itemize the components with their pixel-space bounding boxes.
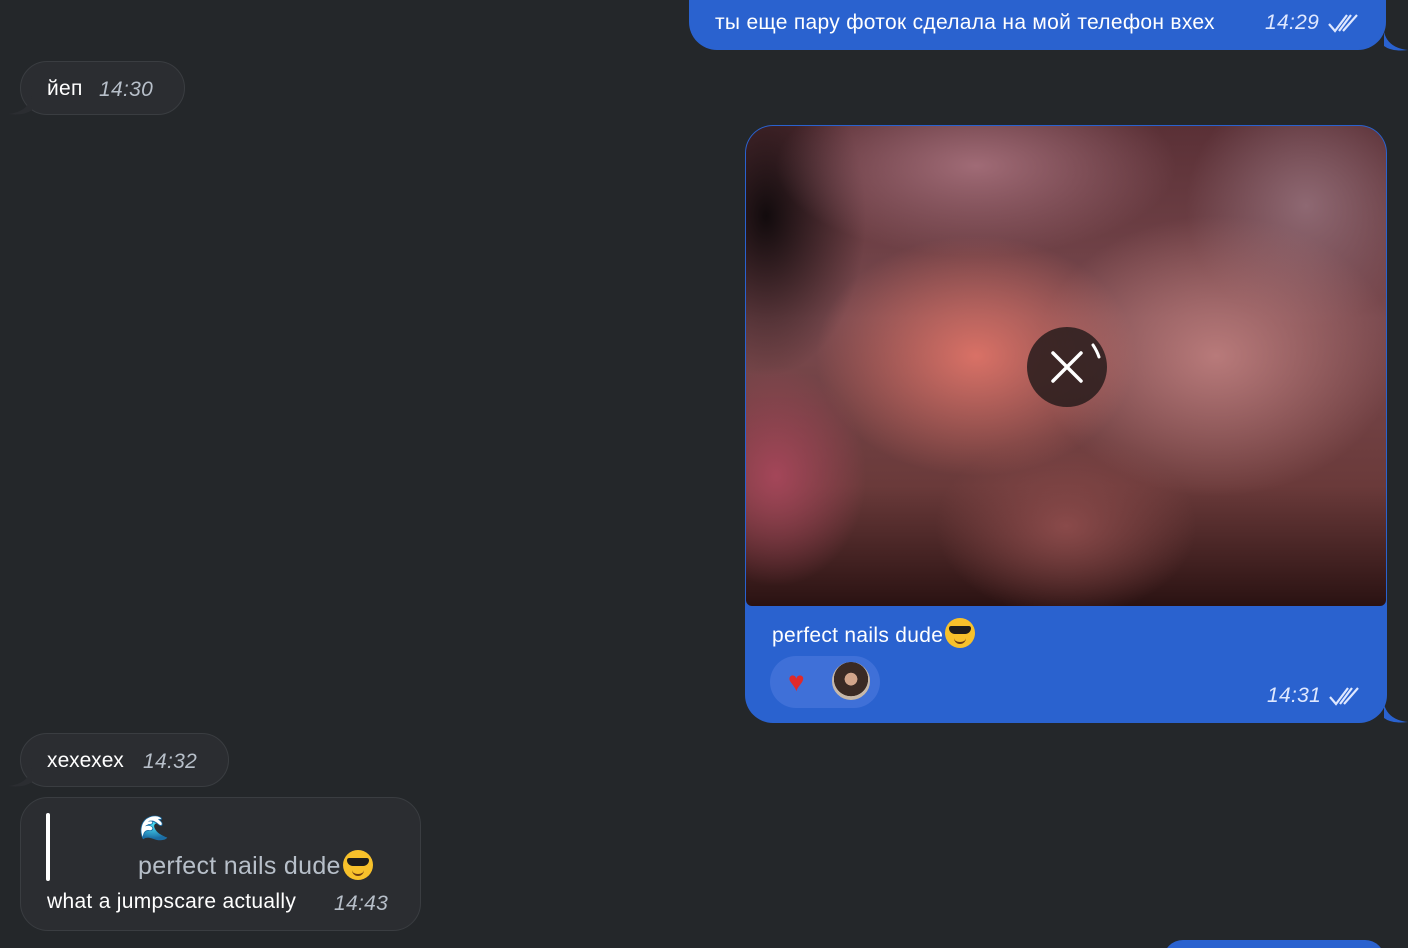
bubble-tail [1384,32,1408,51]
caption-text: perfect nails dude [772,624,944,647]
incoming-message[interactable]: хехехех 14:32 [20,733,229,787]
message-text: ты еще пару фоток сделала на мой телефон… [715,11,1215,34]
wave-icon: 🌊 [139,815,170,842]
cancel-download-button[interactable] [1027,327,1107,407]
bubble-tail [1384,704,1408,723]
incoming-reply-message[interactable]: 🌊 perfect nails dude what a jumpscare ac… [20,797,421,931]
avatar[interactable] [830,660,872,702]
sunglasses-face-icon [945,618,976,648]
message-time: 14:29 [1265,11,1320,34]
message-text: йеп [47,77,83,100]
message-time: 14:32 [143,750,198,773]
close-icon [1051,343,1101,383]
heart-icon: ♥ [788,666,805,697]
message-text: what a jumpscare actually [47,890,297,913]
bubble-tail [8,768,32,787]
message-time: 14:43 [334,892,389,915]
photo-caption: perfect nails dude [772,618,976,648]
message-text: хехехех [47,749,125,772]
message-time: 14:31 [1267,684,1322,707]
bubble-tail [8,96,32,115]
outgoing-message[interactable] [1163,940,1385,948]
reply-quote-bar [46,813,50,881]
double-check-icon [1328,685,1362,713]
double-check-icon [1327,12,1361,40]
message-time: 14:30 [99,78,154,101]
incoming-message[interactable]: йеп 14:30 [20,61,185,115]
sunglasses-face-icon [342,850,373,880]
quoted-text: perfect nails dude [138,852,341,880]
blurred-photo[interactable] [746,126,1386,606]
reaction-pill[interactable]: ♥ [770,656,880,708]
reply-quote[interactable]: perfect nails dude [138,850,373,881]
chat-history: ты еще пару фоток сделала на мой телефон… [0,0,1408,948]
outgoing-photo-message[interactable]: perfect nails dude ♥ 14:31 [745,125,1387,723]
outgoing-message[interactable]: ты еще пару фоток сделала на мой телефон… [689,0,1386,50]
